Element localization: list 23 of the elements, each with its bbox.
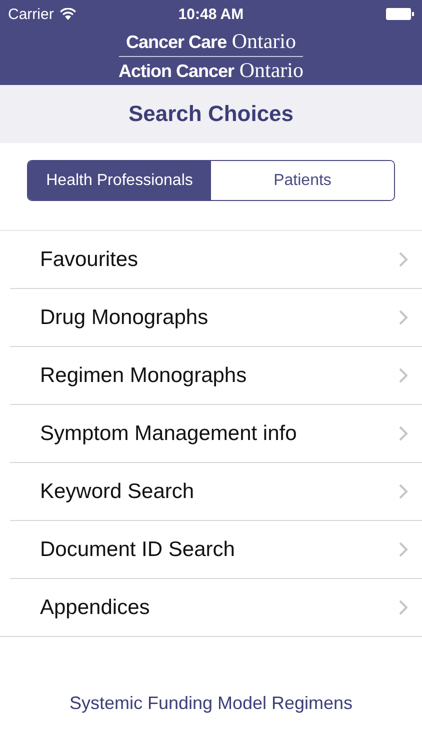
menu-item[interactable]: Symptom Management info [10,405,422,463]
battery-icon [386,8,414,20]
chevron-icon [399,426,408,441]
menu-item[interactable]: Document ID Search [10,521,422,579]
chevron-icon [399,484,408,499]
wifi-icon [60,8,76,20]
menu-item[interactable]: Favourites [10,231,422,289]
logo-text: Action Cancer Ontario [118,58,304,84]
menu-item[interactable]: Appendices [0,579,422,637]
status-time: 10:48 AM [177,6,245,22]
chevron-icon [399,368,408,383]
chevron-icon [399,310,408,325]
chevron-icon [399,542,408,557]
menu-item[interactable]: Regimen Monographs [10,347,422,405]
logo-text: Cancer Care Ontario [125,29,297,55]
menu-item[interactable]: Drug Monographs [10,289,422,347]
menu-item[interactable]: Keyword Search [10,463,422,521]
segment-button[interactable]: Health Professionals [28,161,211,200]
chevron-icon [399,252,408,267]
carrier-label: Carrier [8,6,54,22]
footer-link[interactable]: Systemic Funding Model Regimens [69,693,353,714]
chevron-icon [399,600,408,615]
page-title: Search Choices [128,101,294,127]
